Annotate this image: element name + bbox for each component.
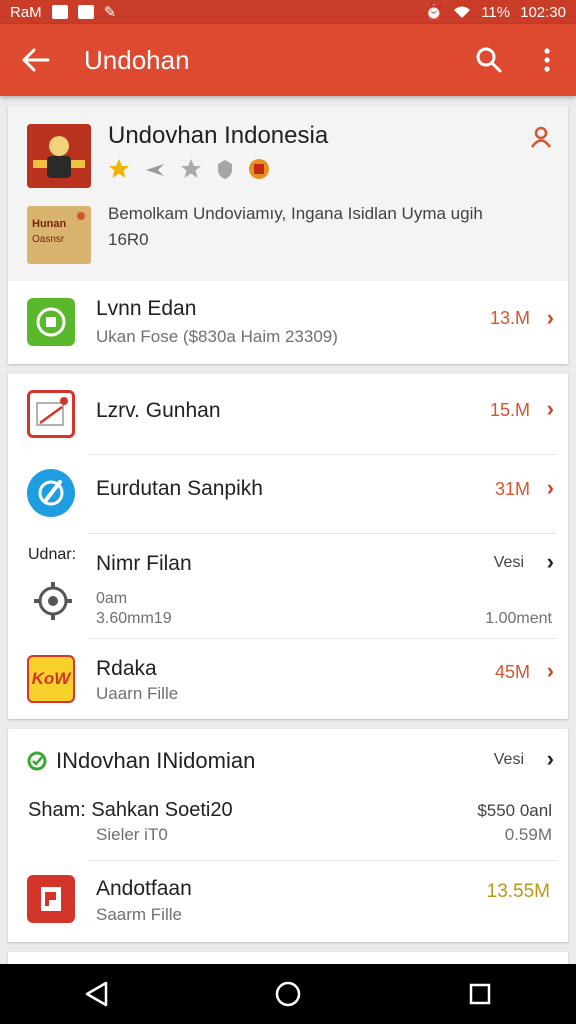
more-options-button[interactable] [518, 24, 576, 96]
check-circle-icon [27, 751, 47, 776]
item-subtitle: Sieler iT0 [96, 825, 168, 844]
item-size: 0.59M [504, 825, 552, 844]
item-title: Nimr Filan [96, 552, 192, 575]
app-logo [27, 124, 91, 188]
recents-nav-button[interactable] [450, 964, 510, 1024]
app-title: Undohan [84, 44, 190, 75]
item-value: 1.00ment [485, 610, 552, 627]
item-title: Eurdutan Sanpikh [96, 477, 263, 500]
app-icon [27, 875, 75, 923]
rating-row [108, 158, 270, 180]
item-size: 31M [494, 479, 530, 499]
plane-icon [146, 164, 164, 176]
app-icon-text: KoW [31, 669, 71, 688]
triangle-back-icon [85, 981, 108, 1007]
app-icon [27, 298, 75, 346]
square-recents-icon [469, 983, 491, 1005]
notification-icon-2 [77, 5, 94, 19]
item-title: Lzrv. Gunhan [96, 399, 221, 422]
banner-text: Hunan [32, 218, 67, 230]
list-item[interactable]: Sham: Sahkan Soeti20 Sieler iT0 $550 0an… [8, 789, 568, 859]
item-subtitle-2: 3.60mm19 [96, 610, 172, 627]
gear-icon [30, 578, 76, 624]
alarm-icon: ⏰ [424, 4, 444, 21]
item-size: 45M [494, 662, 530, 682]
circle-home-icon [275, 981, 301, 1007]
app-version-card: INdovhan INidomian Vesi › Sham: Sahkan S… [8, 729, 568, 942]
chevron-right-icon: › [546, 396, 554, 421]
back-button[interactable] [0, 24, 72, 96]
header-title: Undovhan Indonesia [108, 122, 329, 149]
item-subtitle: Uaarn Fille [96, 684, 179, 703]
list-item[interactable]: Lvnn Edan Ukan Fose ($830a Haim 23309) 1… [8, 281, 568, 364]
app-bar: Undohan [0, 24, 576, 96]
banner-image: Hunan Oasnsr [27, 206, 91, 264]
notification-icon-3: ✎ [103, 4, 117, 21]
version-label: Vesi [493, 751, 524, 768]
item-size: 15.M [489, 400, 530, 420]
item-title: Andotfaan [96, 877, 192, 900]
notification-label: RaM [10, 3, 42, 21]
search-icon [476, 47, 502, 73]
chevron-right-icon: › [546, 746, 554, 771]
star-outline-icon [181, 159, 201, 178]
more-vert-icon [544, 48, 550, 72]
description-line-1: Bemolkam Undoviamıy, Ingana Isidlan Uyma… [108, 204, 483, 223]
description-line-2: 16R0 [108, 230, 149, 249]
person-icon [530, 126, 552, 148]
list-item[interactable]: Andotfaan Saarm Fille 13.55M [8, 861, 568, 942]
document-icon [41, 887, 61, 911]
next-card [8, 952, 568, 964]
item-title: Sham: Sahkan Soeti20 [28, 799, 233, 821]
brush-icon [38, 480, 64, 506]
person-button[interactable] [530, 126, 552, 153]
puzzle-icon [36, 307, 66, 337]
search-button[interactable] [460, 24, 518, 96]
item-subtitle: 0am [96, 590, 128, 607]
app-list-card: Lzrv. Gunhan 15.M › Eurdutan Sanpikh 31M… [8, 374, 568, 719]
item-title: Lvnn Edan [96, 297, 197, 320]
item-price: $550 0anl [477, 801, 552, 820]
banner-dot [77, 212, 85, 220]
app-icon [27, 390, 75, 438]
item-title: Rdaka [96, 657, 157, 680]
chevron-right-icon: › [546, 549, 554, 574]
navigation-bar [0, 964, 576, 1024]
app-header-card: Undovhan Indonesia Hunan Oasnsr Bemolkam… [8, 106, 568, 364]
chevron-right-icon: › [546, 658, 554, 683]
app-icon [27, 469, 75, 517]
document-icon [36, 397, 68, 426]
badge-icon [249, 159, 269, 179]
chevron-right-icon: › [546, 305, 554, 330]
shield-icon [218, 160, 232, 179]
list-item[interactable]: Udnar: Nimr Filan Vesi › 0am 3.60mm19 1.… [8, 534, 568, 638]
star-icon [109, 159, 129, 178]
banner-subtext: Oasnsr [32, 234, 65, 245]
item-subtitle: Saarm Fille [96, 905, 182, 924]
app-icon: KoW [27, 655, 75, 703]
list-item[interactable]: Lzrv. Gunhan 15.M › [8, 374, 568, 454]
arrow-left-icon [22, 48, 50, 72]
back-nav-button[interactable] [66, 964, 126, 1024]
item-size: 13.M [489, 308, 530, 328]
item-subtitle: Ukan Fose ($830a Haim 23309) [96, 327, 338, 346]
wifi-icon [454, 6, 471, 18]
notification-icon [51, 5, 68, 19]
item-version-label: Vesi [493, 554, 524, 571]
chevron-right-icon: › [546, 475, 554, 500]
section-title: INdovhan INidomian [56, 748, 256, 773]
list-item[interactable]: Eurdutan Sanpikh 31M › [8, 455, 568, 533]
section-header[interactable]: INdovhan INidomian Vesi › [8, 729, 568, 789]
status-bar: RaM ✎ ⏰ 11% 102:30 [0, 0, 576, 24]
item-prelabel: Udnar: [28, 546, 77, 563]
home-nav-button[interactable] [258, 964, 318, 1024]
list-item[interactable]: KoW Rdaka Uaarn Fille 45M › [8, 639, 568, 719]
item-size: 13.55M [486, 881, 550, 902]
battery-level: 11% [481, 3, 511, 21]
clock: 102:30 [520, 3, 566, 21]
